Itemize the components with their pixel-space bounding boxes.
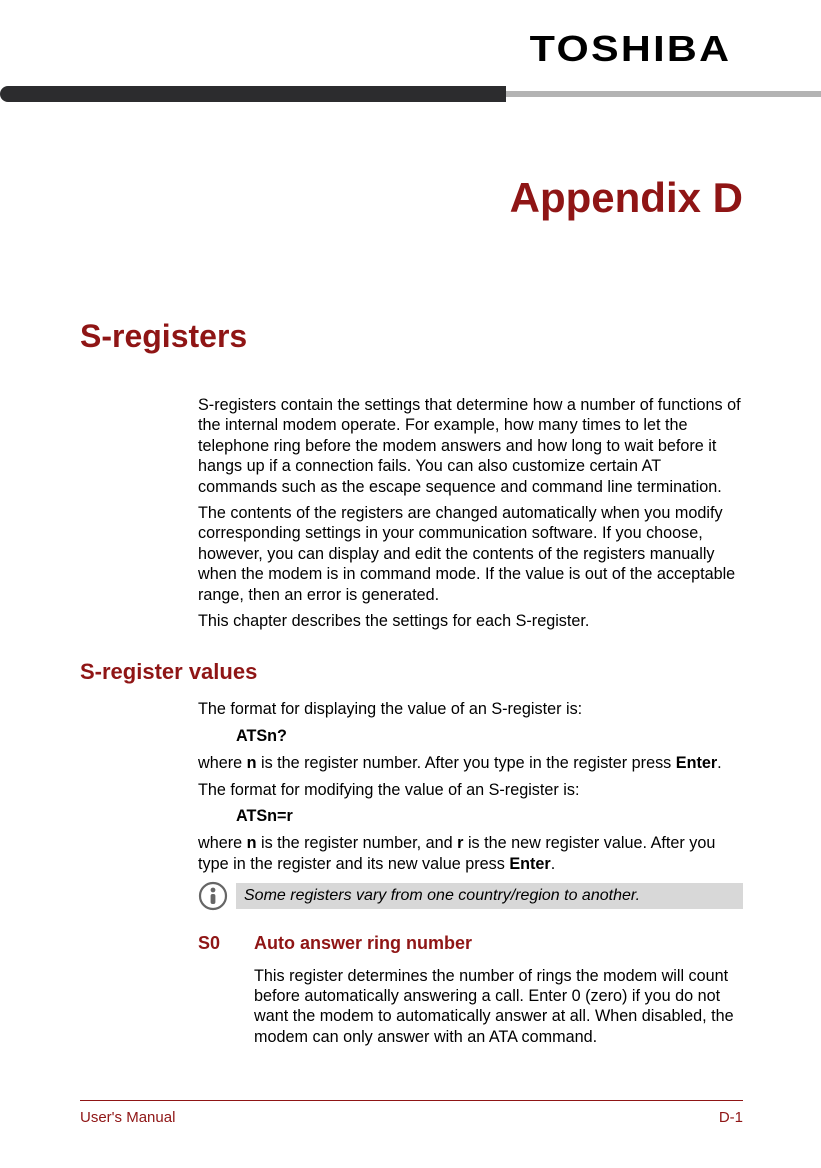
footer-left: User's Manual bbox=[80, 1109, 175, 1126]
rule-dark-segment bbox=[0, 86, 506, 102]
note-callout: Some registers vary from one country/reg… bbox=[198, 881, 743, 911]
footer-right: D-1 bbox=[719, 1109, 743, 1126]
intro-paragraph-1: S-registers contain the settings that de… bbox=[198, 395, 743, 497]
values-p4: where n is the register number, and r is… bbox=[198, 833, 743, 874]
command-display: ATSn? bbox=[236, 726, 743, 747]
command-modify: ATSn=r bbox=[236, 806, 743, 827]
appendix-title: Appendix D bbox=[0, 174, 821, 222]
values-p2: where n is the register number. After yo… bbox=[198, 753, 743, 774]
subsection-heading: S-register values bbox=[80, 659, 743, 685]
section-heading: S-registers bbox=[80, 318, 743, 355]
content-area: S-registers S-registers contain the sett… bbox=[0, 222, 821, 1100]
info-icon bbox=[198, 881, 228, 911]
page-header: TOSHIBA bbox=[0, 0, 821, 102]
note-text: Some registers vary from one country/reg… bbox=[236, 883, 743, 909]
register-body: This register determines the number of r… bbox=[254, 966, 743, 1048]
values-p3: The format for modifying the value of an… bbox=[198, 780, 743, 801]
register-title: Auto answer ring number bbox=[254, 933, 472, 954]
values-block: The format for displaying the value of a… bbox=[198, 699, 743, 874]
page-container: TOSHIBA Appendix D S-registers S-registe… bbox=[0, 0, 821, 1168]
intro-paragraph-3: This chapter describes the settings for … bbox=[198, 611, 743, 631]
register-heading-row: S0 Auto answer ring number bbox=[198, 933, 743, 954]
rule-light-segment bbox=[506, 91, 821, 97]
intro-paragraph-2: The contents of the registers are change… bbox=[198, 503, 743, 605]
header-rule bbox=[0, 86, 821, 102]
brand-logo: TOSHIBA bbox=[0, 28, 821, 70]
page-footer: User's Manual D-1 bbox=[80, 1100, 743, 1126]
register-code: S0 bbox=[198, 933, 254, 954]
values-p1: The format for displaying the value of a… bbox=[198, 699, 743, 720]
intro-block: S-registers contain the settings that de… bbox=[198, 395, 743, 631]
